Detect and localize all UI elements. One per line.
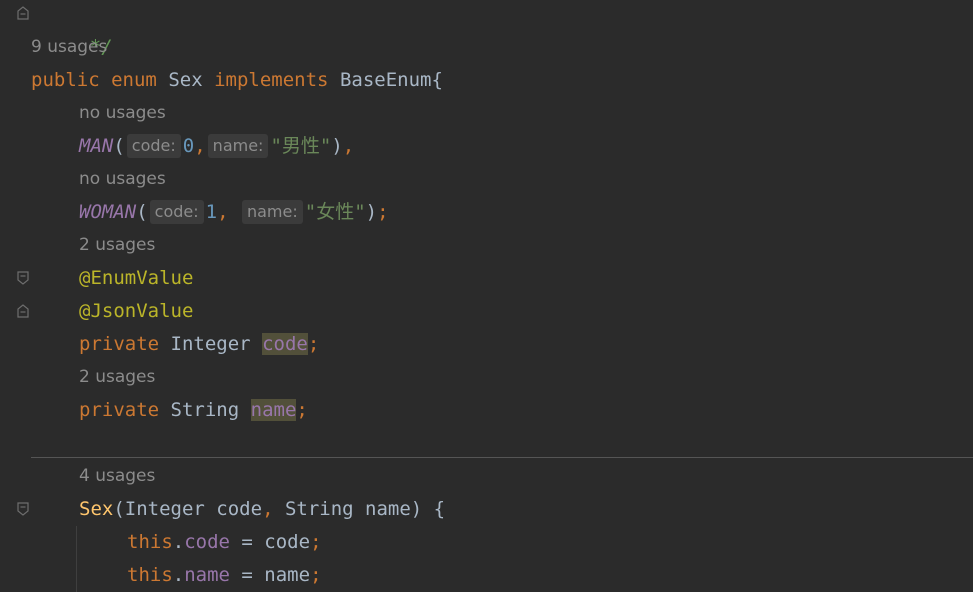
punctuation: . — [172, 564, 185, 586]
punctuation: ( — [113, 498, 125, 520]
field-name: code — [262, 333, 308, 355]
code-line: @EnumValue — [79, 262, 193, 295]
fold-marker-icon[interactable] — [16, 502, 30, 516]
punctuation: ; — [377, 201, 389, 223]
annotation: @EnumValue — [79, 267, 194, 289]
editor-gutter — [0, 0, 31, 592]
type-name: Integer — [170, 333, 251, 355]
parameter-hint: name: — [241, 200, 303, 224]
code-line: private Integer code; — [79, 328, 319, 361]
punctuation: ( — [113, 135, 125, 157]
keyword: enum — [111, 69, 157, 91]
punctuation: , — [217, 201, 240, 223]
code-line: @JsonValue — [79, 295, 193, 328]
keyword: private — [79, 399, 160, 421]
keyword: private — [79, 333, 160, 355]
punctuation: , — [194, 135, 206, 157]
usages-hint[interactable]: no usages — [79, 97, 166, 130]
class-name: Sex — [168, 69, 203, 91]
fold-marker-icon[interactable] — [16, 304, 30, 318]
string-literal: "女性" — [304, 201, 366, 223]
punctuation: ; — [296, 399, 308, 421]
code-line: */ — [44, 0, 113, 58]
code-editor[interactable]: */ 9 usages public enum Sex implements B… — [31, 0, 973, 592]
field-name: name — [184, 564, 230, 586]
keyword: this — [127, 564, 173, 586]
code-line: WOMAN(code: 1, name: "女性"); — [79, 196, 389, 229]
punctuation: , — [262, 498, 285, 520]
punctuation: , — [342, 135, 355, 157]
annotation: @JsonValue — [79, 300, 194, 322]
punctuation: ) — [365, 201, 378, 223]
usages-hint[interactable]: 4 usages — [79, 460, 155, 493]
usages-hint[interactable]: 9 usages — [31, 31, 107, 64]
punctuation: . — [172, 531, 185, 553]
expression: = name — [229, 564, 311, 586]
expression: = code — [229, 531, 311, 553]
enum-constant: WOMAN — [79, 201, 137, 223]
parameter-hint: name: — [207, 134, 269, 158]
indent-guide — [76, 526, 77, 592]
parameter: Integer code — [124, 498, 263, 520]
field-name: name — [250, 399, 297, 421]
field-name: code — [184, 531, 230, 553]
keyword: implements — [214, 69, 329, 91]
code-line: this.code = code; — [127, 526, 322, 559]
usages-hint[interactable]: 2 usages — [79, 361, 155, 394]
number-literal: 0 — [182, 135, 195, 157]
string-literal: "男性" — [270, 135, 332, 157]
punctuation: ; — [307, 333, 320, 355]
method-separator — [31, 457, 973, 458]
punctuation: ) { — [410, 498, 446, 520]
parameter-hint: code: — [149, 200, 204, 224]
usages-hint[interactable]: 2 usages — [79, 229, 155, 262]
constructor-name: Sex — [79, 498, 114, 520]
enum-constant: MAN — [79, 135, 114, 157]
keyword: public — [31, 69, 100, 91]
fold-marker-icon[interactable] — [16, 6, 30, 20]
punctuation: ; — [310, 564, 322, 586]
punctuation: ; — [310, 531, 322, 553]
code-line: MAN(code: 0, name: "男性"), — [79, 130, 354, 163]
usages-hint[interactable]: no usages — [79, 163, 166, 196]
code-line: private String name; — [79, 394, 308, 427]
interface-name: BaseEnum — [339, 69, 432, 91]
code-line: Sex(Integer code, String name) { — [79, 493, 445, 526]
punctuation: ) — [331, 135, 343, 157]
type-name: String — [170, 399, 240, 421]
punctuation: { — [431, 69, 443, 91]
parameter-hint: code: — [126, 134, 181, 158]
code-line: public enum Sex implements BaseEnum{ — [31, 64, 443, 97]
code-line: this.name = name; — [127, 559, 322, 592]
fold-marker-icon[interactable] — [16, 271, 30, 285]
parameter: String name — [284, 498, 411, 520]
number-literal: 1 — [205, 201, 218, 223]
keyword: this — [127, 531, 173, 553]
punctuation: ( — [136, 201, 148, 223]
